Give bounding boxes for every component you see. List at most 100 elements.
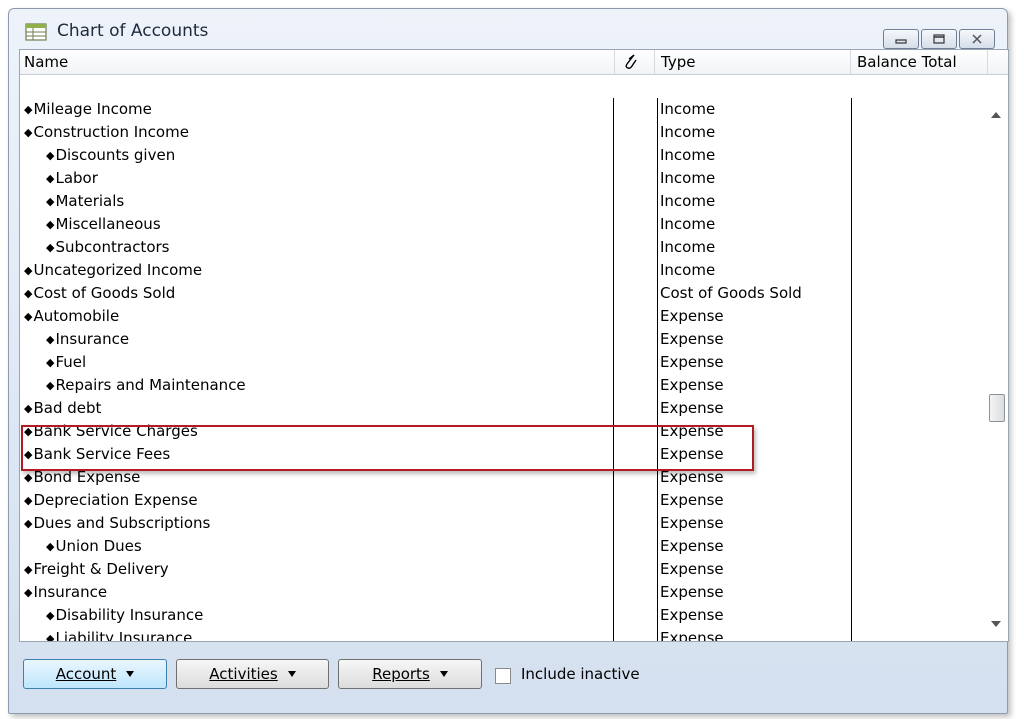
diamond-icon: ◆ <box>24 310 33 323</box>
chart-of-accounts-icon <box>25 23 47 41</box>
table-row[interactable]: ◆Bond Expense Expense <box>20 466 988 489</box>
diamond-icon: ◆ <box>24 586 33 599</box>
diamond-icon: ◆ <box>24 494 33 507</box>
table-row[interactable]: ◆Bank Service Fees Expense <box>20 443 988 466</box>
include-inactive-checkbox[interactable] <box>495 668 511 684</box>
account-name: ◆Materials <box>46 190 124 213</box>
table-row[interactable]: ◆Bank Service Charges Expense <box>20 420 988 443</box>
table-row[interactable]: ◆Insurance Expense <box>20 581 988 604</box>
diamond-icon: ◆ <box>46 540 55 553</box>
table-row[interactable]: ◆Discounts given Income <box>20 144 988 167</box>
account-type: Expense <box>660 353 724 371</box>
account-name-text: Mileage Income <box>33 100 152 118</box>
table-row[interactable]: ◆Dues and Subscriptions Expense <box>20 512 988 535</box>
account-name-text: Materials <box>55 192 125 210</box>
vertical-scrollbar[interactable] <box>986 98 1008 641</box>
diamond-icon: ◆ <box>24 264 33 277</box>
column-name-header[interactable]: Name <box>20 50 615 74</box>
table-row[interactable]: ◆Liability Insurance Expense <box>20 627 988 642</box>
table-row[interactable]: ◆Fuel Expense <box>20 351 988 374</box>
table-row[interactable]: ◆Union Dues Expense <box>20 535 988 558</box>
account-type: Expense <box>660 468 724 486</box>
account-name: ◆Fuel <box>46 351 86 374</box>
account-button[interactable]: Account <box>23 659 167 689</box>
account-name: ◆Bank Service Charges <box>24 420 198 443</box>
account-type: Income <box>660 100 716 118</box>
scroll-down-icon[interactable] <box>991 621 1001 627</box>
table-row[interactable]: ◆Depreciation Expense Expense <box>20 489 988 512</box>
account-name: ◆Subcontractors <box>46 236 169 259</box>
diamond-icon: ◆ <box>46 195 55 208</box>
table-row[interactable]: ◆Materials Income <box>20 190 988 213</box>
diamond-icon: ◆ <box>24 471 33 484</box>
account-name: ◆Depreciation Expense <box>24 489 198 512</box>
attach-icon <box>625 54 637 69</box>
account-type: Expense <box>660 491 724 509</box>
column-type-header[interactable]: Type <box>655 50 851 74</box>
diamond-icon: ◆ <box>46 632 55 642</box>
account-name: ◆Cost of Goods Sold <box>24 282 175 305</box>
activities-button[interactable]: Activities <box>176 659 329 689</box>
account-name: ◆Miscellaneous <box>46 213 161 236</box>
include-inactive-label[interactable]: Include inactive <box>521 665 640 683</box>
account-button-label: Account <box>55 665 117 683</box>
account-name: ◆Bad debt <box>24 397 101 420</box>
account-name: ◆Union Dues <box>46 535 142 558</box>
account-name-text: Subcontractors <box>55 238 170 256</box>
account-name-text: Freight & Delivery <box>33 560 169 578</box>
account-name-text: Disability Insurance <box>55 606 204 624</box>
title-bar[interactable]: Chart of Accounts <box>9 9 1007 49</box>
account-type: Expense <box>660 422 724 440</box>
account-type: Expense <box>660 606 724 624</box>
account-name: ◆Bond Expense <box>24 466 140 489</box>
column-header: Name Type Balance Total <box>20 50 1008 75</box>
account-name-text: Liability Insurance <box>55 629 193 642</box>
account-name: ◆Freight & Delivery <box>24 558 169 581</box>
table-row[interactable]: ◆Construction Income Income <box>20 121 988 144</box>
footer-toolbar: Account Activities Reports Include inact… <box>19 651 1007 691</box>
diamond-icon: ◆ <box>24 563 33 576</box>
scroll-up-icon[interactable] <box>991 112 1001 118</box>
table-row[interactable]: ◆Insurance Expense <box>20 328 988 351</box>
table-row[interactable]: ◆Bad debt Expense <box>20 397 988 420</box>
table-row[interactable]: ◆Uncategorized Income Income <box>20 259 988 282</box>
account-type: Expense <box>660 399 724 417</box>
table-row[interactable]: ◆Freight & Delivery Expense <box>20 558 988 581</box>
account-name-text: Depreciation Expense <box>33 491 198 509</box>
column-attach-header[interactable] <box>615 50 655 74</box>
diamond-icon: ◆ <box>46 379 55 392</box>
restore-button[interactable] <box>921 29 957 49</box>
account-name: ◆Construction Income <box>24 121 189 144</box>
diamond-icon: ◆ <box>24 402 33 415</box>
account-type: Income <box>660 215 716 233</box>
column-balance-header[interactable]: Balance Total <box>851 50 988 74</box>
table-row[interactable]: ◆Cost of Goods Sold Cost of Goods Sold <box>20 282 988 305</box>
dropdown-arrow-icon <box>439 671 448 677</box>
account-name-text: Fuel <box>55 353 87 371</box>
table-row[interactable]: ◆Subcontractors Income <box>20 236 988 259</box>
account-name: ◆Automobile <box>24 305 119 328</box>
account-type: Expense <box>660 629 724 642</box>
account-name-text: Uncategorized Income <box>33 261 203 279</box>
diamond-icon: ◆ <box>46 333 55 346</box>
account-name-text: Dues and Subscriptions <box>33 514 211 532</box>
table-row[interactable]: ◆Miscellaneous Income <box>20 213 988 236</box>
activities-button-label: Activities <box>209 665 278 683</box>
account-type: Income <box>660 169 716 187</box>
table-row[interactable]: ◆Automobile Expense <box>20 305 988 328</box>
chart-of-accounts-window: Chart of Accounts Name Type Balance Tota… <box>8 8 1009 714</box>
account-name: ◆Disability Insurance <box>46 604 203 627</box>
diamond-icon: ◆ <box>24 103 33 116</box>
table-row[interactable]: ◆Repairs and Maintenance Expense <box>20 374 988 397</box>
close-button[interactable] <box>959 29 995 49</box>
diamond-icon: ◆ <box>46 149 55 162</box>
table-row[interactable]: ◆Mileage Income Income <box>20 98 988 121</box>
dropdown-arrow-icon <box>287 671 296 677</box>
reports-button[interactable]: Reports <box>338 659 482 689</box>
account-name-text: Repairs and Maintenance <box>55 376 246 394</box>
minimize-button[interactable] <box>883 29 919 49</box>
table-row[interactable]: ◆Disability Insurance Expense <box>20 604 988 627</box>
scroll-thumb[interactable] <box>989 394 1005 422</box>
table-row[interactable]: ◆Labor Income <box>20 167 988 190</box>
account-name-text: Automobile <box>33 307 120 325</box>
